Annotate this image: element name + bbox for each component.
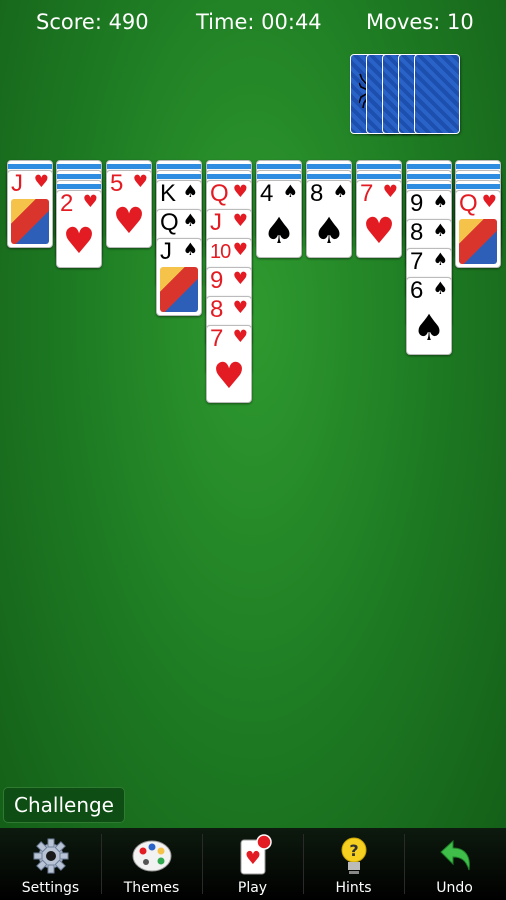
card-rank: J (160, 238, 172, 265)
themes-button[interactable]: Themes (101, 828, 202, 900)
playing-card[interactable]: Q ♥ (455, 190, 501, 268)
spade-icon: ♠ (412, 308, 446, 349)
heart-icon: ♥ (232, 298, 248, 318)
heart-icon: ♥ (212, 356, 246, 397)
spade-icon: ♠ (182, 240, 198, 260)
face-card-illustration (160, 267, 198, 312)
stock-pile[interactable] (350, 54, 470, 136)
heart-icon: ♥ (232, 269, 248, 289)
spade-icon: ♠ (432, 192, 448, 212)
spade-icon: ♠ (262, 211, 296, 252)
heart-icon: ♥ (82, 192, 98, 212)
heart-icon: ♥ (232, 211, 248, 231)
svg-text:?: ? (349, 841, 358, 860)
heart-icon: ♥ (362, 211, 396, 252)
playing-card[interactable]: J ♠ (156, 238, 202, 316)
playing-card[interactable]: 8 ♠ ♠ (306, 180, 352, 258)
playing-card[interactable]: J ♥ (7, 170, 53, 248)
status-bar: Score: 490 Time: 00:44 Moves: 10 (0, 0, 506, 48)
undo-arrow-icon (404, 834, 505, 876)
heart-icon: ♥ (33, 172, 49, 192)
moves-display: Moves: 10 (366, 10, 474, 34)
spade-icon: ♠ (432, 279, 448, 299)
face-card-illustration (11, 199, 49, 244)
playing-card[interactable]: 2 ♥ ♥ (56, 190, 102, 268)
heart-icon: ♥ (132, 172, 148, 192)
spade-icon: ♠ (182, 211, 198, 231)
playing-card[interactable]: 7 ♥ ♥ (206, 325, 252, 403)
card-rank: 9 (410, 190, 424, 217)
card-rank: K (160, 180, 177, 207)
card-rank: 5 (110, 170, 124, 197)
hints-button[interactable]: ? Hints (303, 828, 404, 900)
svg-text:♥: ♥ (244, 848, 260, 869)
spade-icon: ♠ (282, 182, 298, 202)
card-rank: 7 (360, 180, 374, 207)
card-rank: 8 (410, 219, 424, 246)
cards-icon: ♥ (202, 834, 303, 876)
themes-label: Themes (123, 880, 180, 896)
heart-icon: ♥ (382, 182, 398, 202)
heart-icon: ♥ (481, 192, 497, 212)
gear-icon (0, 834, 101, 876)
settings-label: Settings (21, 880, 80, 896)
heart-icon: ♥ (232, 240, 248, 260)
card-rank: 2 (60, 190, 74, 217)
undo-button[interactable]: Undo (404, 828, 505, 900)
time-display: Time: 00:44 (196, 10, 322, 34)
bottom-toolbar: Settings Themes ♥ Play ? Hints Undo (0, 828, 506, 900)
undo-label: Undo (436, 880, 473, 896)
spade-icon: ♠ (312, 211, 346, 252)
heart-icon: ♥ (62, 221, 96, 262)
spade-icon: ♠ (432, 221, 448, 241)
card-rank: Q (459, 190, 478, 217)
card-rank: Q (210, 180, 229, 207)
play-label: Play (237, 880, 268, 896)
stock-card[interactable] (414, 54, 460, 134)
spade-icon: ♠ (332, 182, 348, 202)
playing-card[interactable]: 7 ♥ ♥ (356, 180, 402, 258)
playing-card[interactable]: 4 ♠ ♠ (256, 180, 302, 258)
settings-button[interactable]: Settings (0, 828, 101, 900)
card-rank: 4 (260, 180, 274, 207)
challenge-button[interactable]: Challenge (3, 787, 125, 823)
card-rank: J (11, 170, 23, 197)
face-card-illustration (459, 219, 497, 264)
spade-icon: ♠ (432, 250, 448, 270)
play-button[interactable]: ♥ Play (202, 828, 303, 900)
playing-card[interactable]: 5 ♥ ♥ (106, 170, 152, 248)
heart-icon: ♥ (232, 182, 248, 202)
spade-icon: ♠ (182, 182, 198, 202)
card-rank: Q (160, 209, 179, 236)
heart-icon: ♥ (112, 201, 146, 242)
card-rank: 8 (210, 296, 224, 323)
hints-label: Hints (335, 880, 372, 896)
card-rank: 7 (410, 248, 424, 275)
card-rank: 10 (210, 241, 231, 263)
score-display: Score: 490 (36, 10, 149, 34)
card-rank: 8 (310, 180, 324, 207)
lightbulb-icon: ? (303, 834, 404, 876)
card-rank: 6 (410, 277, 424, 304)
card-rank: J (210, 209, 222, 236)
card-rank: 9 (210, 267, 224, 294)
palette-icon (101, 834, 202, 876)
playing-card[interactable]: 6 ♠ ♠ (406, 277, 452, 355)
heart-icon: ♥ (232, 327, 248, 347)
card-rank: 7 (210, 325, 224, 352)
